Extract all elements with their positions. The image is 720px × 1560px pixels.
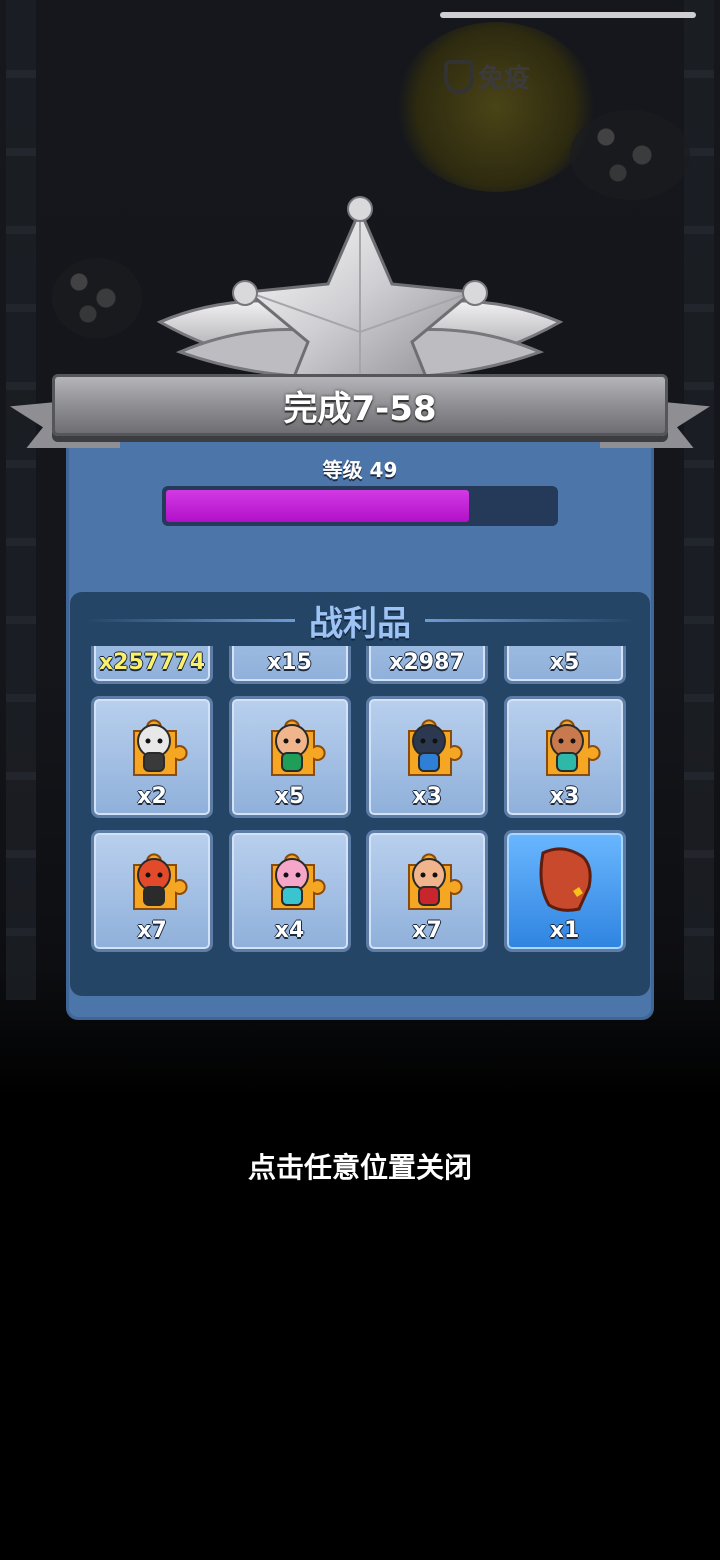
- hero-puzzle-red-girl-icon: [533, 646, 603, 649]
- hero-puzzle-green-hair-icon: [258, 709, 328, 783]
- loot-item-quantity: x15: [267, 650, 312, 675]
- loot-item[interactable]: x3: [503, 696, 626, 818]
- silver-star-medal-icon: [156, 196, 564, 382]
- xp-progress-bar: [162, 486, 558, 526]
- loot-item-quantity: x7: [137, 918, 167, 943]
- hero-puzzle-skull-icon: [120, 709, 190, 783]
- loot-item[interactable]: x5: [503, 646, 626, 684]
- loot-item-quantity: x257774: [98, 650, 206, 675]
- green-gem-icon: [258, 646, 328, 649]
- background-pillar: [6, 0, 36, 1000]
- loot-item[interactable]: x2: [91, 696, 213, 818]
- loot-item[interactable]: x7: [366, 830, 488, 952]
- tap-to-close-hint[interactable]: 点击任意位置关闭: [0, 1146, 720, 1186]
- loot-item[interactable]: x1: [503, 830, 626, 952]
- loot-item-quantity: x2987: [389, 650, 465, 675]
- loot-item-quantity: x3: [549, 784, 580, 809]
- hero-puzzle-warrior-girl-icon: [533, 709, 603, 783]
- blue-gem-icon: [395, 646, 465, 649]
- loot-item[interactable]: x7: [91, 830, 213, 952]
- boxing-glove-icon: [533, 843, 603, 917]
- loot-grid[interactable]: x257774 x15 x2987 x5 x2 x5 x3 x3 x7 x4 x7 x1: [84, 646, 636, 980]
- loot-item[interactable]: x5: [228, 696, 351, 818]
- shield-icon: [444, 59, 474, 94]
- hero-puzzle-panther-icon: [395, 709, 465, 783]
- result-ribbon: 完成7-58: [52, 374, 668, 436]
- loot-item[interactable]: x15: [228, 646, 351, 684]
- loot-item-quantity: x1: [549, 918, 580, 943]
- loot-title: 战利品: [309, 603, 411, 644]
- background-coin-blob: [396, 22, 596, 192]
- hero-puzzle-robot-icon: [120, 843, 190, 917]
- gold-gem-icon: [120, 646, 190, 649]
- loot-item[interactable]: x2987: [366, 646, 488, 684]
- loot-item-quantity: x3: [412, 784, 442, 809]
- immune-text: 免疫: [478, 64, 531, 94]
- loot-item-quantity: x5: [549, 650, 580, 675]
- divider: [85, 618, 295, 622]
- loot-header: 战利品: [70, 598, 650, 644]
- hero-puzzle-pink-hair-icon: [258, 843, 328, 917]
- loot-item-quantity: x4: [274, 918, 305, 943]
- divider: [425, 618, 635, 622]
- hero-puzzle-red-hat-icon: [395, 843, 465, 917]
- status-bar-indicator: [440, 12, 696, 18]
- loot-item[interactable]: x4: [228, 830, 351, 952]
- loot-item-quantity: x2: [137, 784, 167, 809]
- background-flowers: [570, 110, 690, 200]
- loot-item-quantity: x5: [274, 784, 305, 809]
- loot-item[interactable]: x3: [366, 696, 488, 818]
- player-level-label: 等级 49: [322, 458, 398, 482]
- background-immune-label: 免疫: [444, 58, 530, 95]
- xp-progress-fill: [166, 490, 469, 522]
- stage-complete-title: 完成7-58: [283, 388, 437, 429]
- loot-item[interactable]: x257774: [91, 646, 213, 684]
- background-flowers: [52, 258, 142, 338]
- loot-item-quantity: x7: [412, 918, 442, 943]
